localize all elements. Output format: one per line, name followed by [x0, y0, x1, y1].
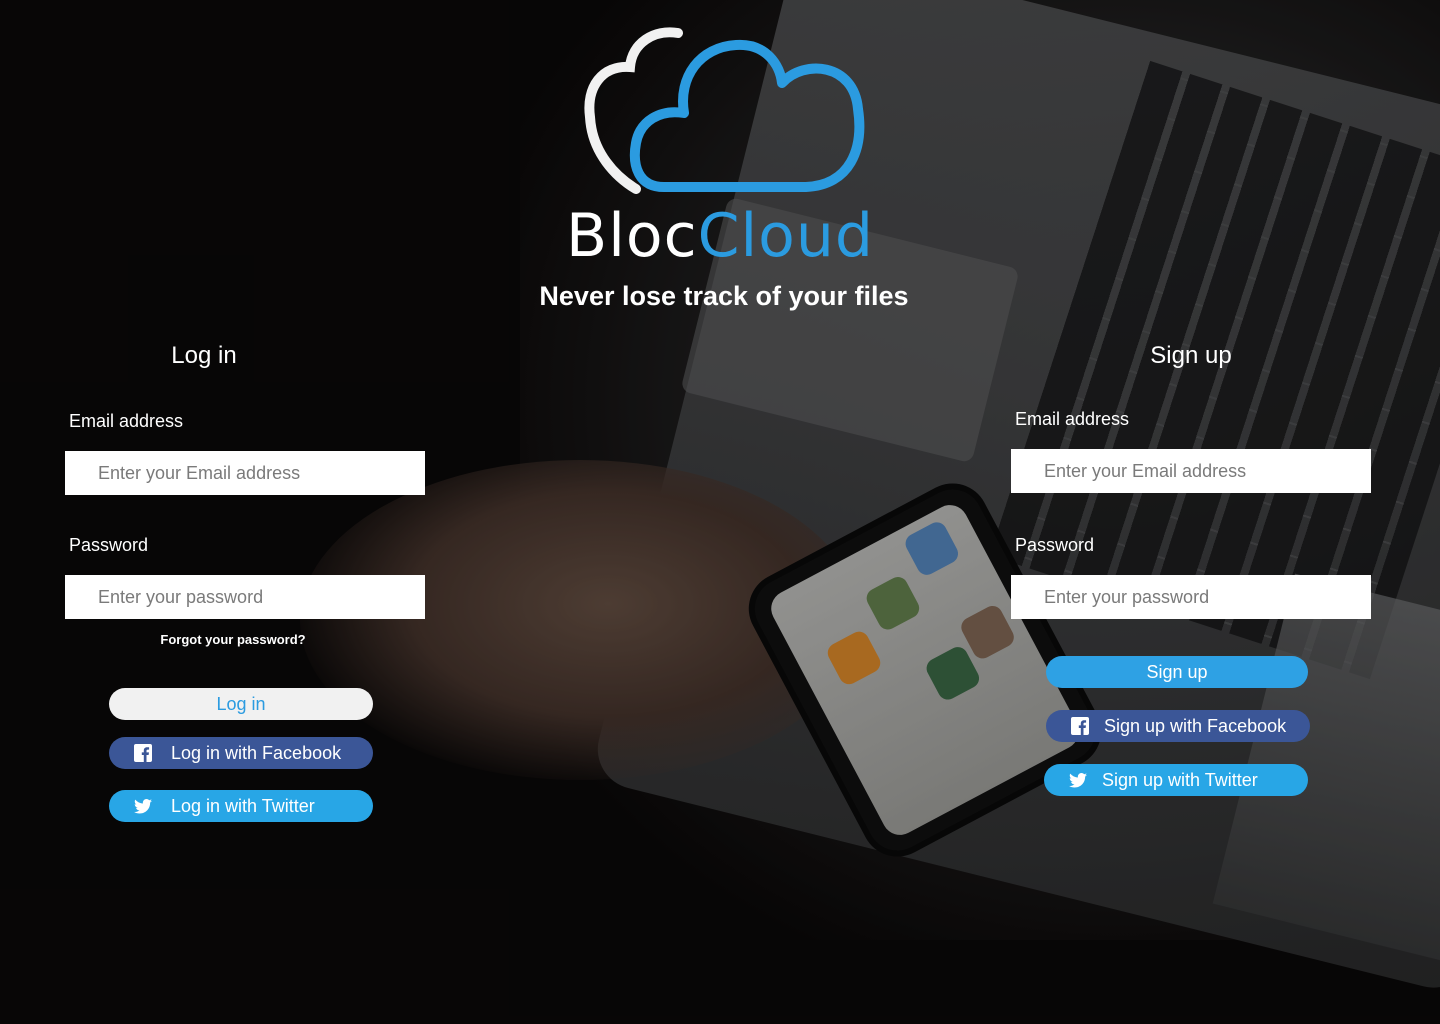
login-button[interactable]: Log in	[109, 688, 373, 720]
signup-email-input[interactable]	[1011, 449, 1371, 493]
signup-email-label: Email address	[1015, 409, 1130, 429]
signup-facebook-button[interactable]: Sign up with Facebook	[1046, 710, 1310, 742]
login-password-label: Password	[69, 535, 149, 555]
login-button-label: Log in	[216, 693, 266, 714]
forgot-password-link[interactable]: Forgot your password?	[105, 631, 361, 649]
login-email-label: Email address	[69, 411, 184, 431]
brand-name-part2: Cloud	[697, 201, 874, 271]
login-email-input[interactable]	[65, 451, 425, 495]
login-title: Log in	[171, 342, 237, 369]
twitter-icon	[1068, 770, 1088, 790]
login-facebook-label: Log in with Facebook	[171, 742, 342, 763]
cloud-icon	[584, 27, 865, 194]
signup-button[interactable]: Sign up	[1046, 656, 1308, 688]
signup-facebook-label: Sign up with Facebook	[1104, 715, 1287, 736]
signup-title: Sign up	[1150, 342, 1232, 369]
login-facebook-button[interactable]: Log in with Facebook	[109, 737, 373, 769]
brand-name: BlocCloud	[0, 198, 1440, 274]
login-page: BlocCloud Never lose track of your files…	[0, 0, 1440, 1024]
login-twitter-label: Log in with Twitter	[171, 795, 315, 816]
facebook-icon	[1070, 716, 1090, 736]
facebook-icon	[133, 743, 153, 763]
signup-password-label: Password	[1015, 535, 1095, 555]
signup-twitter-label: Sign up with Twitter	[1102, 769, 1258, 790]
signup-button-label: Sign up	[1146, 661, 1208, 682]
login-twitter-button[interactable]: Log in with Twitter	[109, 790, 373, 822]
tagline: Never lose track of your files	[539, 281, 909, 311]
signup-password-input[interactable]	[1011, 575, 1371, 619]
brand-name-part1: Bloc	[566, 201, 698, 271]
twitter-icon	[133, 796, 153, 816]
signup-twitter-button[interactable]: Sign up with Twitter	[1044, 764, 1308, 796]
login-password-input[interactable]	[65, 575, 425, 619]
